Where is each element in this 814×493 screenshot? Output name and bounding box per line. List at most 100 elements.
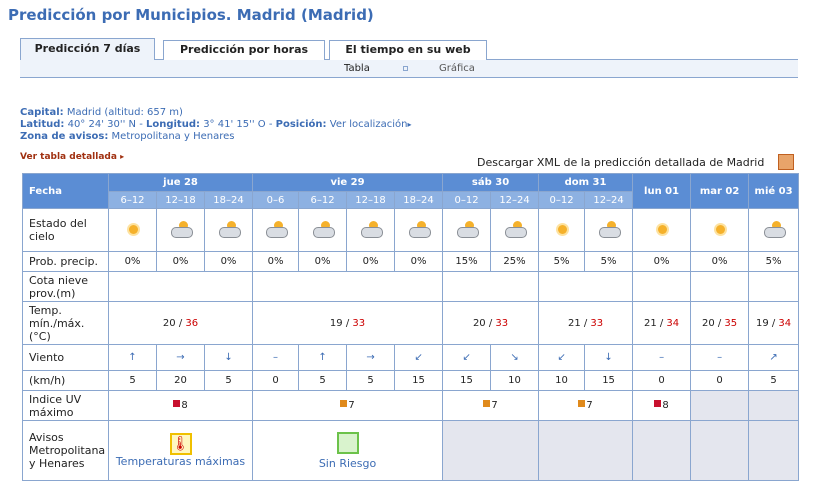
uv-flag-icon [654, 400, 662, 407]
temp-label: Temp. mín./máx. (°C) [22, 301, 109, 345]
wind-speed: 15 [442, 370, 492, 391]
viento-label: Viento [22, 344, 109, 371]
wind-arrow-icon: ↙ [394, 344, 444, 371]
wind-arrow-icon: ↗ [748, 344, 800, 371]
wind-speed: 0 [690, 370, 750, 391]
period-header: 18–24 [394, 191, 444, 209]
ver-localizacion-link[interactable]: Ver localización [330, 119, 408, 130]
prob-precip-label: Prob. precip. [22, 251, 109, 272]
sun-cloud-icon [503, 220, 527, 238]
sun-cloud-icon [169, 220, 193, 238]
ver-tabla-detallada-link[interactable]: Ver tabla detallada ▸ [20, 152, 124, 162]
cloud-icon [264, 220, 288, 238]
wind-arrow-icon: ↓ [203, 344, 254, 371]
uv-cell: 7 [252, 390, 444, 421]
thermometer-icon: 🌡 [169, 433, 192, 455]
period-header: 12–24 [490, 191, 540, 209]
capital-value: Madrid (altitud: 657 m) [66, 107, 183, 118]
zona-value: Metropolitana y Henares [111, 131, 235, 142]
day-header: dom 31 [538, 173, 634, 192]
wind-arrow-icon: ↓ [584, 344, 634, 371]
uv-cell: 8 [632, 390, 692, 421]
prob-cell: 0% [108, 251, 157, 272]
sun-icon [653, 220, 671, 238]
xml-download-link[interactable]: Descargar XML de la predicción detallada… [477, 156, 764, 169]
estado-cielo-label: Estado del cielo [22, 208, 109, 252]
wind-arrow-icon: – [690, 344, 750, 371]
uv-flag-icon [483, 400, 491, 407]
prob-cell: 15% [442, 251, 492, 272]
lat-label: Latitud: [20, 119, 65, 130]
period-header: 12–18 [156, 191, 205, 209]
temp-cell: 20 / 36 [107, 301, 254, 345]
wind-speed: 5 [346, 370, 396, 391]
day-header: mar 02 [690, 173, 750, 209]
wind-speed: 5 [298, 370, 348, 391]
uv-cell: 8 [107, 390, 254, 421]
cota-nieve-label: Cota nieve prov.(m) [22, 271, 109, 302]
lat-value: 40° 24' 30'' N [67, 119, 137, 130]
uv-flag-icon [173, 400, 181, 407]
prob-cell: 5% [538, 251, 586, 272]
zona-label: Zona de avisos: [20, 131, 109, 142]
wind-speed: 5 [108, 370, 157, 391]
lon-label: Longitud: [145, 119, 200, 130]
day-header: sáb 30 [442, 173, 540, 192]
period-header: 0–12 [442, 191, 492, 209]
wind-arrow-icon: – [252, 344, 300, 371]
prob-cell: 0% [252, 251, 300, 272]
period-header: 6–12 [298, 191, 348, 209]
subtab-grafica[interactable]: Gráfica [439, 63, 475, 74]
uv-label: Indice UV máximo [22, 390, 109, 421]
prob-cell: 0% [690, 251, 750, 272]
prob-cell: 0% [394, 251, 444, 272]
tab-bar: Predicción 7 días Predicción por horas E… [20, 38, 798, 61]
prob-cell: 0% [156, 251, 205, 272]
period-header: 0–6 [252, 191, 300, 209]
temp-cell: 21 / 34 [632, 301, 692, 345]
uv-flag-icon [340, 400, 348, 407]
wind-speed: 15 [584, 370, 634, 391]
xml-icon[interactable] [778, 154, 794, 170]
aviso-cell[interactable]: 🌡 Temperaturas máximas [107, 420, 254, 481]
aviso-cell[interactable]: Sin Riesgo [252, 420, 444, 481]
sun-cloud-icon [762, 220, 786, 238]
fecha-header: Fecha [22, 173, 109, 209]
aviso-text: Temperaturas máximas [115, 455, 246, 468]
prob-cell: 0% [632, 251, 692, 272]
tab-prediccion-7-dias[interactable]: Predicción 7 días [20, 38, 155, 61]
wind-speed: 0 [632, 370, 692, 391]
day-header: lun 01 [632, 173, 692, 209]
period-header: 12–18 [346, 191, 396, 209]
no-risk-icon [336, 431, 359, 454]
prob-cell: 5% [584, 251, 634, 272]
kmh-label: (km/h) [22, 370, 109, 391]
uv-cell: 7 [538, 390, 634, 421]
temp-cell: 20 / 33 [442, 301, 540, 345]
pos-label: Posición: [275, 119, 327, 130]
wind-arrow-icon: ↑ [298, 344, 348, 371]
capital-label: Capital: [20, 107, 64, 118]
sun-cloud-icon [597, 220, 621, 238]
wind-arrow-icon: ↑ [108, 344, 157, 371]
sun-icon [553, 220, 571, 238]
uv-flag-icon [578, 400, 586, 407]
sun-icon [711, 220, 729, 238]
wind-speed: 20 [156, 370, 205, 391]
wind-speed: 10 [490, 370, 540, 391]
wind-speed: 15 [394, 370, 444, 391]
tab-el-tiempo-en-su-web[interactable]: El tiempo en su web [329, 40, 487, 60]
period-header: 0–12 [538, 191, 586, 209]
prob-cell: 0% [346, 251, 396, 272]
temp-cell: 19 / 33 [252, 301, 444, 345]
wind-arrow-icon: ↘ [490, 344, 540, 371]
location-info: Capital: Madrid (altitud: 657 m) Latitud… [20, 107, 412, 142]
tab-prediccion-por-horas[interactable]: Predicción por horas [163, 40, 325, 60]
forecast-table: Fecha jue 28 vie 29 sáb 30 dom 31 lun 01… [22, 173, 800, 481]
subtab-tabla[interactable]: Tabla [344, 63, 370, 74]
period-header: 12–24 [584, 191, 634, 209]
view-subbar: Tabla Gráfica [20, 60, 798, 78]
sun-icon [124, 220, 142, 238]
wind-speed: 10 [538, 370, 586, 391]
prob-cell: 0% [298, 251, 348, 272]
